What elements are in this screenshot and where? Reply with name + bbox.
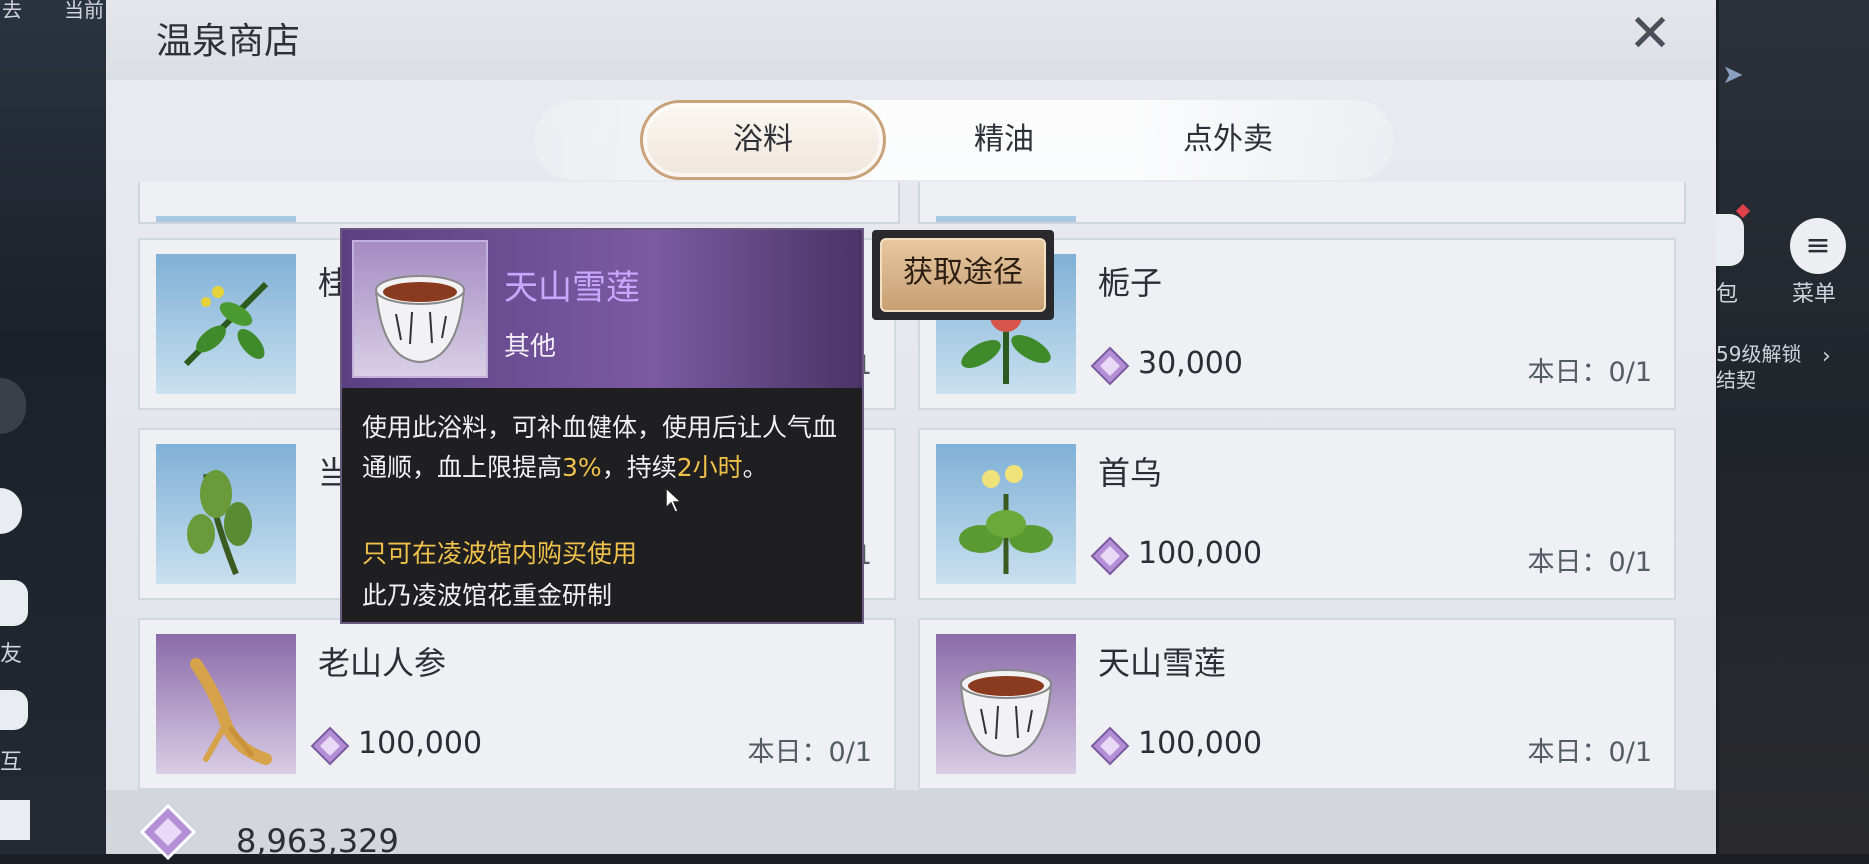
tab-bar: 浴料 精油 点外卖 bbox=[534, 100, 1394, 180]
tooltip-description: 使用此浴料，可补血健体，使用后让人气血通顺，血上限提高3%，持续2小时。 bbox=[362, 408, 850, 488]
daily-limit: 本日：0/1 bbox=[747, 737, 872, 768]
daily-limit: 本日：0/1 bbox=[1527, 357, 1652, 388]
navigation-arrow-icon[interactable]: ➤ bbox=[1722, 60, 1744, 90]
item-tooltip: 天山雪莲 其他 使用此浴料，可补血健体，使用后让人气血通顺，血上限提高3%，持续… bbox=[340, 228, 864, 624]
currency-gem-icon bbox=[1090, 346, 1130, 386]
close-icon[interactable]: ✕ bbox=[1626, 8, 1674, 60]
item-price: 100,000 bbox=[1138, 726, 1263, 761]
desc-highlight: 2小时 bbox=[676, 453, 743, 482]
fern-herb-icon bbox=[156, 444, 296, 584]
item-price: 100,000 bbox=[1138, 536, 1263, 571]
desc-text: ，持续 bbox=[601, 453, 677, 482]
mouse-cursor-icon bbox=[664, 486, 684, 514]
unlock-text: 59级解锁 bbox=[1716, 342, 1802, 366]
shop-item-card[interactable]: 老山人参 100,000 本日：0/1 bbox=[138, 618, 896, 790]
desc-highlight: 3% bbox=[562, 453, 602, 482]
currency-total: 8,963,329 bbox=[236, 822, 399, 860]
acquire-source-button[interactable]: 获取途径 bbox=[872, 230, 1054, 320]
bg-fragment: 去 bbox=[2, 0, 22, 22]
desc-text: 。 bbox=[742, 453, 768, 482]
daily-limit: 本日：0/1 bbox=[1527, 737, 1652, 768]
interact-icon[interactable] bbox=[0, 690, 28, 730]
list-item-partial bbox=[138, 182, 900, 224]
ginseng-root-icon bbox=[156, 634, 296, 774]
panel-header: 温泉商店 ✕ bbox=[106, 0, 1716, 80]
a-icon[interactable] bbox=[0, 800, 30, 840]
background-scene-right bbox=[1719, 0, 1869, 854]
item-price: 100,000 bbox=[358, 726, 483, 761]
flowering-plant-icon bbox=[936, 444, 1076, 584]
bg-fragment: 当前 bbox=[64, 0, 104, 22]
list-item-partial bbox=[918, 182, 1686, 224]
acquire-source-label: 获取途径 bbox=[880, 238, 1046, 312]
tooltip-header: 天山雪莲 其他 bbox=[342, 230, 862, 388]
item-name: 老山人参 bbox=[318, 644, 447, 682]
tooltip-note: 只可在凌波馆内购买使用 bbox=[362, 539, 638, 568]
currency-gem-icon bbox=[310, 726, 350, 766]
item-name: 天山雪莲 bbox=[1098, 644, 1227, 682]
daily-limit: 本日：0/1 bbox=[1527, 547, 1652, 578]
item-name: 栀子 bbox=[1098, 264, 1163, 302]
tooltip-item-name: 天山雪莲 bbox=[504, 268, 640, 308]
bag-label: 包 bbox=[1716, 282, 1739, 307]
shop-item-card[interactable]: 天山雪莲 100,000 本日：0/1 bbox=[918, 618, 1676, 790]
tab-bath-material[interactable]: 浴料 bbox=[640, 100, 886, 180]
tooltip-credit: 此乃凌波馆花重金研制 bbox=[362, 581, 613, 610]
tea-bowl-icon bbox=[936, 634, 1076, 774]
currency-gem-icon bbox=[1090, 726, 1130, 766]
currency-gem-icon bbox=[1090, 536, 1130, 576]
friends-label: 友 bbox=[0, 642, 23, 667]
currency-gem-icon bbox=[139, 803, 197, 861]
menu-icon[interactable]: ≡ bbox=[1790, 218, 1846, 274]
friends-icon[interactable] bbox=[0, 580, 28, 626]
herb-sprig-icon bbox=[156, 254, 296, 394]
interact-label: 互 bbox=[0, 750, 23, 775]
bag-icon[interactable] bbox=[1716, 214, 1744, 266]
chevron-right-icon[interactable]: › bbox=[1822, 344, 1831, 369]
tab-takeout[interactable]: 点外卖 bbox=[1128, 100, 1328, 180]
tea-bowl-icon bbox=[352, 240, 488, 378]
item-name: 首乌 bbox=[1098, 454, 1163, 492]
item-price: 30,000 bbox=[1138, 346, 1243, 381]
menu-label: 菜单 bbox=[1792, 282, 1837, 307]
shop-item-card[interactable]: 首乌 100,000 本日：0/1 bbox=[918, 428, 1676, 600]
tab-essential-oil[interactable]: 精油 bbox=[904, 100, 1104, 180]
unlock-text: 结契 bbox=[1716, 368, 1756, 392]
shop-title: 温泉商店 bbox=[156, 21, 301, 62]
currency-footer: 8,963,329 bbox=[106, 790, 1716, 861]
tooltip-item-type: 其他 bbox=[504, 332, 557, 362]
